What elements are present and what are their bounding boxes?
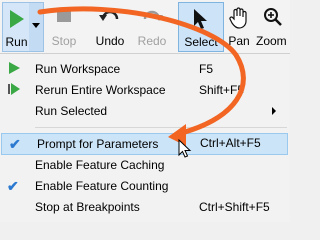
mouse-cursor-icon (178, 139, 192, 158)
annotation-arrow (37, 6, 246, 146)
